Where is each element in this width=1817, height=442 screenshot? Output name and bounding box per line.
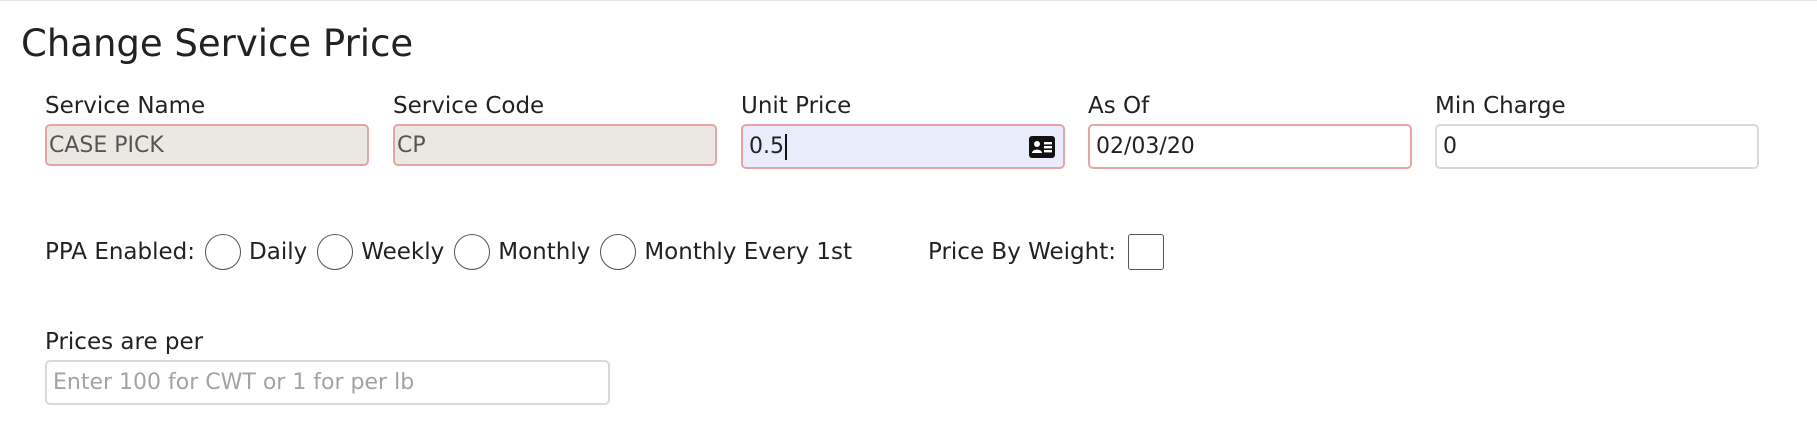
unit-price-value: 0.5 [749, 134, 784, 159]
prices-per-field: Prices are per Enter 100 for CWT or 1 fo… [45, 328, 610, 405]
service-code-label: Service Code [393, 93, 545, 119]
service-name-input[interactable]: CASE PICK [45, 124, 369, 166]
ppa-enabled-label: PPA Enabled: [45, 239, 196, 265]
text-caret [785, 133, 787, 160]
ppa-monthly-label[interactable]: Monthly [498, 239, 590, 265]
price-by-weight-checkbox[interactable] [1128, 234, 1164, 270]
price-by-weight-label: Price By Weight: [928, 239, 1116, 265]
prices-per-label: Prices are per [45, 329, 204, 355]
min-charge-field: Min Charge 0 [1435, 92, 1759, 169]
min-charge-input[interactable]: 0 [1435, 124, 1759, 169]
as-of-label: As Of [1088, 93, 1150, 119]
top-divider [0, 0, 1817, 1]
prices-per-input[interactable]: Enter 100 for CWT or 1 for per lb [45, 360, 610, 405]
service-code-field: Service Code CP [393, 92, 717, 166]
unit-price-input[interactable]: 0.5 [741, 124, 1065, 169]
page-title: Change Service Price [21, 22, 414, 65]
unit-price-label: Unit Price [741, 93, 852, 119]
ppa-monthly-every-1st-label[interactable]: Monthly Every 1st [644, 239, 852, 265]
ppa-daily-label[interactable]: Daily [249, 239, 307, 265]
contact-card-icon[interactable] [1029, 135, 1055, 158]
service-code-value: CP [397, 132, 426, 158]
service-name-label: Service Name [45, 93, 206, 119]
unit-price-field: Unit Price 0.5 [741, 92, 1065, 169]
as-of-value: 02/03/20 [1096, 134, 1195, 159]
service-name-field: Service Name CASE PICK [45, 92, 369, 166]
price-by-weight-group: Price By Weight: [928, 234, 1164, 270]
ppa-weekly-label[interactable]: Weekly [361, 239, 444, 265]
ppa-monthly-radio[interactable] [454, 234, 491, 270]
ppa-radio-group: PPA Enabled: Daily Weekly Monthly Monthl… [45, 234, 862, 270]
min-charge-value: 0 [1443, 134, 1457, 159]
as-of-input[interactable]: 02/03/20 [1088, 124, 1412, 169]
prices-per-placeholder: Enter 100 for CWT or 1 for per lb [53, 370, 415, 395]
ppa-weekly-radio[interactable] [317, 234, 354, 270]
ppa-daily-radio[interactable] [205, 234, 242, 270]
service-code-input[interactable]: CP [393, 124, 717, 166]
ppa-monthly-every-1st-radio[interactable] [600, 234, 637, 270]
as-of-field: As Of 02/03/20 [1088, 92, 1412, 169]
service-name-value: CASE PICK [49, 132, 164, 158]
min-charge-label: Min Charge [1435, 93, 1566, 119]
